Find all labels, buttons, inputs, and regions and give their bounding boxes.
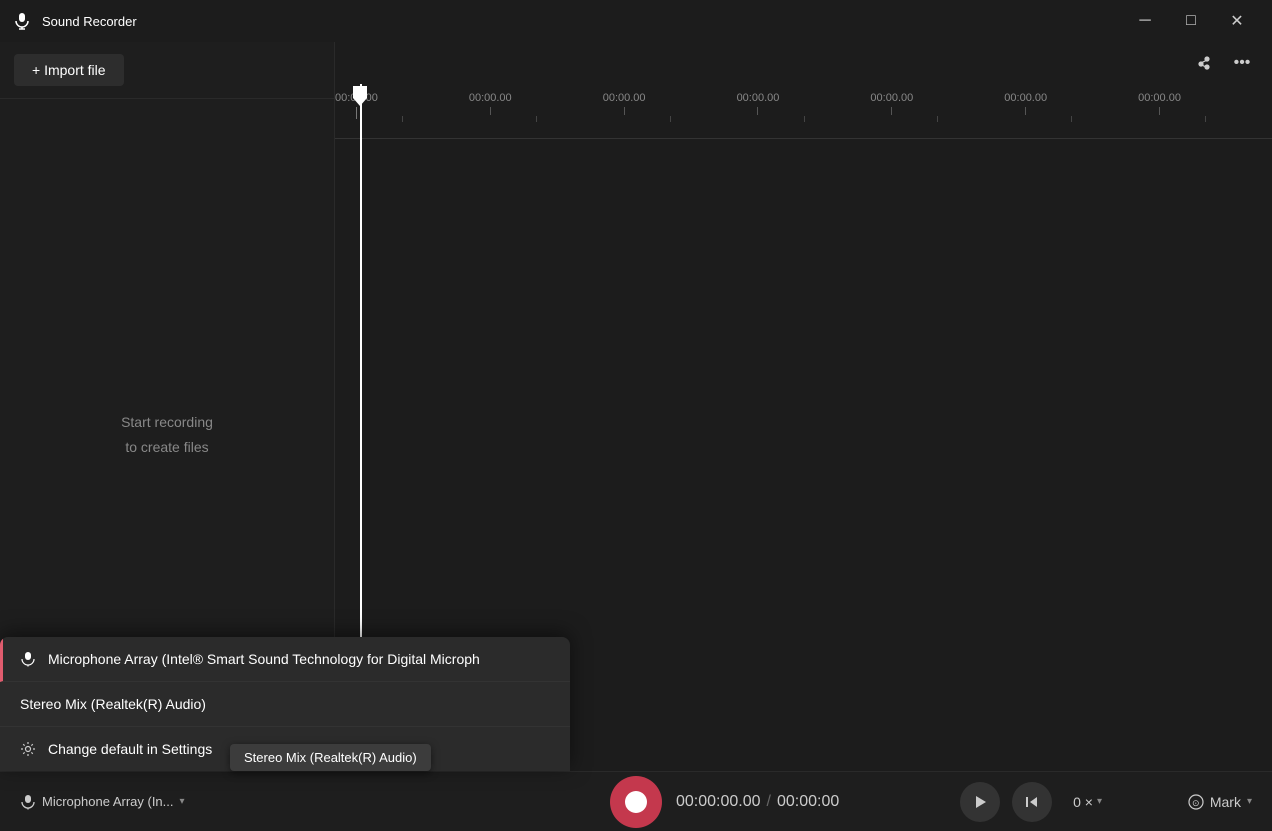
ruler-mark-0: 00:00.00 bbox=[335, 92, 378, 119]
record-icon bbox=[625, 791, 647, 813]
top-action-bar: ••• bbox=[1174, 42, 1272, 84]
ruler-label-6: 00:00.00 bbox=[1138, 92, 1181, 104]
ruler-tick-5 bbox=[1025, 107, 1026, 115]
ruler-minor-tick-5 bbox=[1071, 116, 1072, 122]
ruler-content: 00:00.00 00:00.00 00:00.00 00:00.00 00:00.00… bbox=[335, 92, 1272, 138]
ruler-minor-tick-4 bbox=[937, 116, 938, 122]
tooltip-text: Stereo Mix (Realtek(R) Audio) bbox=[244, 750, 417, 765]
mic-selector[interactable]: Microphone Array (In... ▾ bbox=[20, 794, 200, 810]
ruler-mark-4: 00:00.00 bbox=[870, 92, 913, 115]
mark-control[interactable]: ⊙ Mark ▾ bbox=[1188, 794, 1252, 810]
import-file-button[interactable]: + Import file bbox=[14, 54, 124, 86]
ruler-mark-1: 00:00.00 bbox=[469, 92, 512, 115]
ruler-minor-tick-6 bbox=[1205, 116, 1206, 122]
svg-text:⊙: ⊙ bbox=[1192, 798, 1200, 808]
maximize-button[interactable]: □ bbox=[1168, 0, 1214, 42]
mark-label: Mark bbox=[1210, 794, 1241, 810]
titlebar: Sound Recorder ─ □ ✕ bbox=[0, 0, 1272, 42]
ruler-tick-2 bbox=[624, 107, 625, 115]
mark-flag-icon: ⊙ bbox=[1188, 794, 1204, 810]
dropdown-item-label-1: Stereo Mix (Realtek(R) Audio) bbox=[20, 696, 206, 712]
gear-icon bbox=[20, 741, 36, 757]
app-title: Sound Recorder bbox=[42, 14, 1122, 29]
play-button[interactable] bbox=[960, 782, 1000, 822]
app-icon bbox=[12, 11, 32, 31]
speed-chevron-icon: ▾ bbox=[1097, 796, 1102, 807]
skip-back-button[interactable] bbox=[1012, 782, 1052, 822]
current-time: 00:00:00.00 bbox=[676, 793, 761, 811]
ruler-tick-1 bbox=[490, 107, 491, 115]
toolbar: + Import file bbox=[0, 42, 334, 99]
timeline-ruler: 00:00.00 00:00.00 00:00.00 00:00.00 00:00.00… bbox=[335, 84, 1272, 139]
ruler-tick-3 bbox=[757, 107, 758, 115]
more-options-button[interactable]: ••• bbox=[1226, 47, 1258, 79]
ruler-label-1: 00:00.00 bbox=[469, 92, 512, 104]
ruler-label-3: 00:00.00 bbox=[737, 92, 780, 104]
time-display: 00:00:00.00 / 00:00:00 bbox=[676, 793, 839, 811]
dropdown-item-microphone-array[interactable]: Microphone Array (Intel® Smart Sound Tec… bbox=[0, 637, 570, 682]
playback-controls bbox=[960, 782, 1052, 822]
play-icon bbox=[973, 795, 987, 809]
record-button[interactable] bbox=[610, 776, 662, 828]
ruler-label-0: 00:00.00 bbox=[335, 92, 378, 104]
empty-state-line2: to create files bbox=[125, 435, 208, 460]
ruler-tick-4 bbox=[891, 107, 892, 115]
ruler-minor-tick-1 bbox=[536, 116, 537, 122]
mark-chevron-icon: ▾ bbox=[1247, 796, 1252, 807]
bottom-bar: Microphone Array (In... ▾ 00:00:00.00 / … bbox=[0, 771, 1272, 831]
dropdown-item-stereo-mix[interactable]: Stereo Mix (Realtek(R) Audio) bbox=[0, 682, 570, 727]
minimize-button[interactable]: ─ bbox=[1122, 0, 1168, 42]
ruler-label-4: 00:00.00 bbox=[870, 92, 913, 104]
microphone-icon bbox=[20, 794, 36, 810]
dropdown-item-label-0: Microphone Array (Intel® Smart Sound Tec… bbox=[48, 651, 480, 667]
ruler-tick-0 bbox=[356, 107, 357, 119]
mic-dropdown-icon bbox=[20, 651, 36, 667]
ruler-mark-3: 00:00.00 bbox=[737, 92, 780, 115]
time-separator: / bbox=[767, 793, 771, 811]
total-time: 00:00:00 bbox=[777, 793, 839, 811]
mic-name-label: Microphone Array (In... bbox=[42, 794, 174, 809]
dropdown-item-label-2: Change default in Settings bbox=[48, 741, 212, 757]
chevron-down-icon: ▾ bbox=[180, 796, 185, 807]
ruler-minor-tick-2 bbox=[670, 116, 671, 122]
tooltip-popup: Stereo Mix (Realtek(R) Audio) bbox=[230, 744, 431, 771]
empty-state-line1: Start recording bbox=[121, 410, 213, 435]
share-button[interactable] bbox=[1188, 47, 1220, 79]
ruler-mark-6: 00:00.00 bbox=[1138, 92, 1181, 115]
speed-label: 0 × bbox=[1073, 794, 1093, 810]
speed-control[interactable]: 0 × ▾ bbox=[1073, 794, 1102, 810]
ruler-tick-6 bbox=[1159, 107, 1160, 115]
ruler-mark-2: 00:00.00 bbox=[603, 92, 646, 115]
ruler-minor-tick-3 bbox=[804, 116, 805, 122]
ruler-label-5: 00:00.00 bbox=[1004, 92, 1047, 104]
close-button[interactable]: ✕ bbox=[1214, 0, 1260, 42]
ruler-minor-tick-0 bbox=[402, 116, 403, 122]
ruler-label-2: 00:00.00 bbox=[603, 92, 646, 104]
ruler-mark-5: 00:00.00 bbox=[1004, 92, 1047, 115]
skip-back-icon bbox=[1025, 795, 1039, 809]
